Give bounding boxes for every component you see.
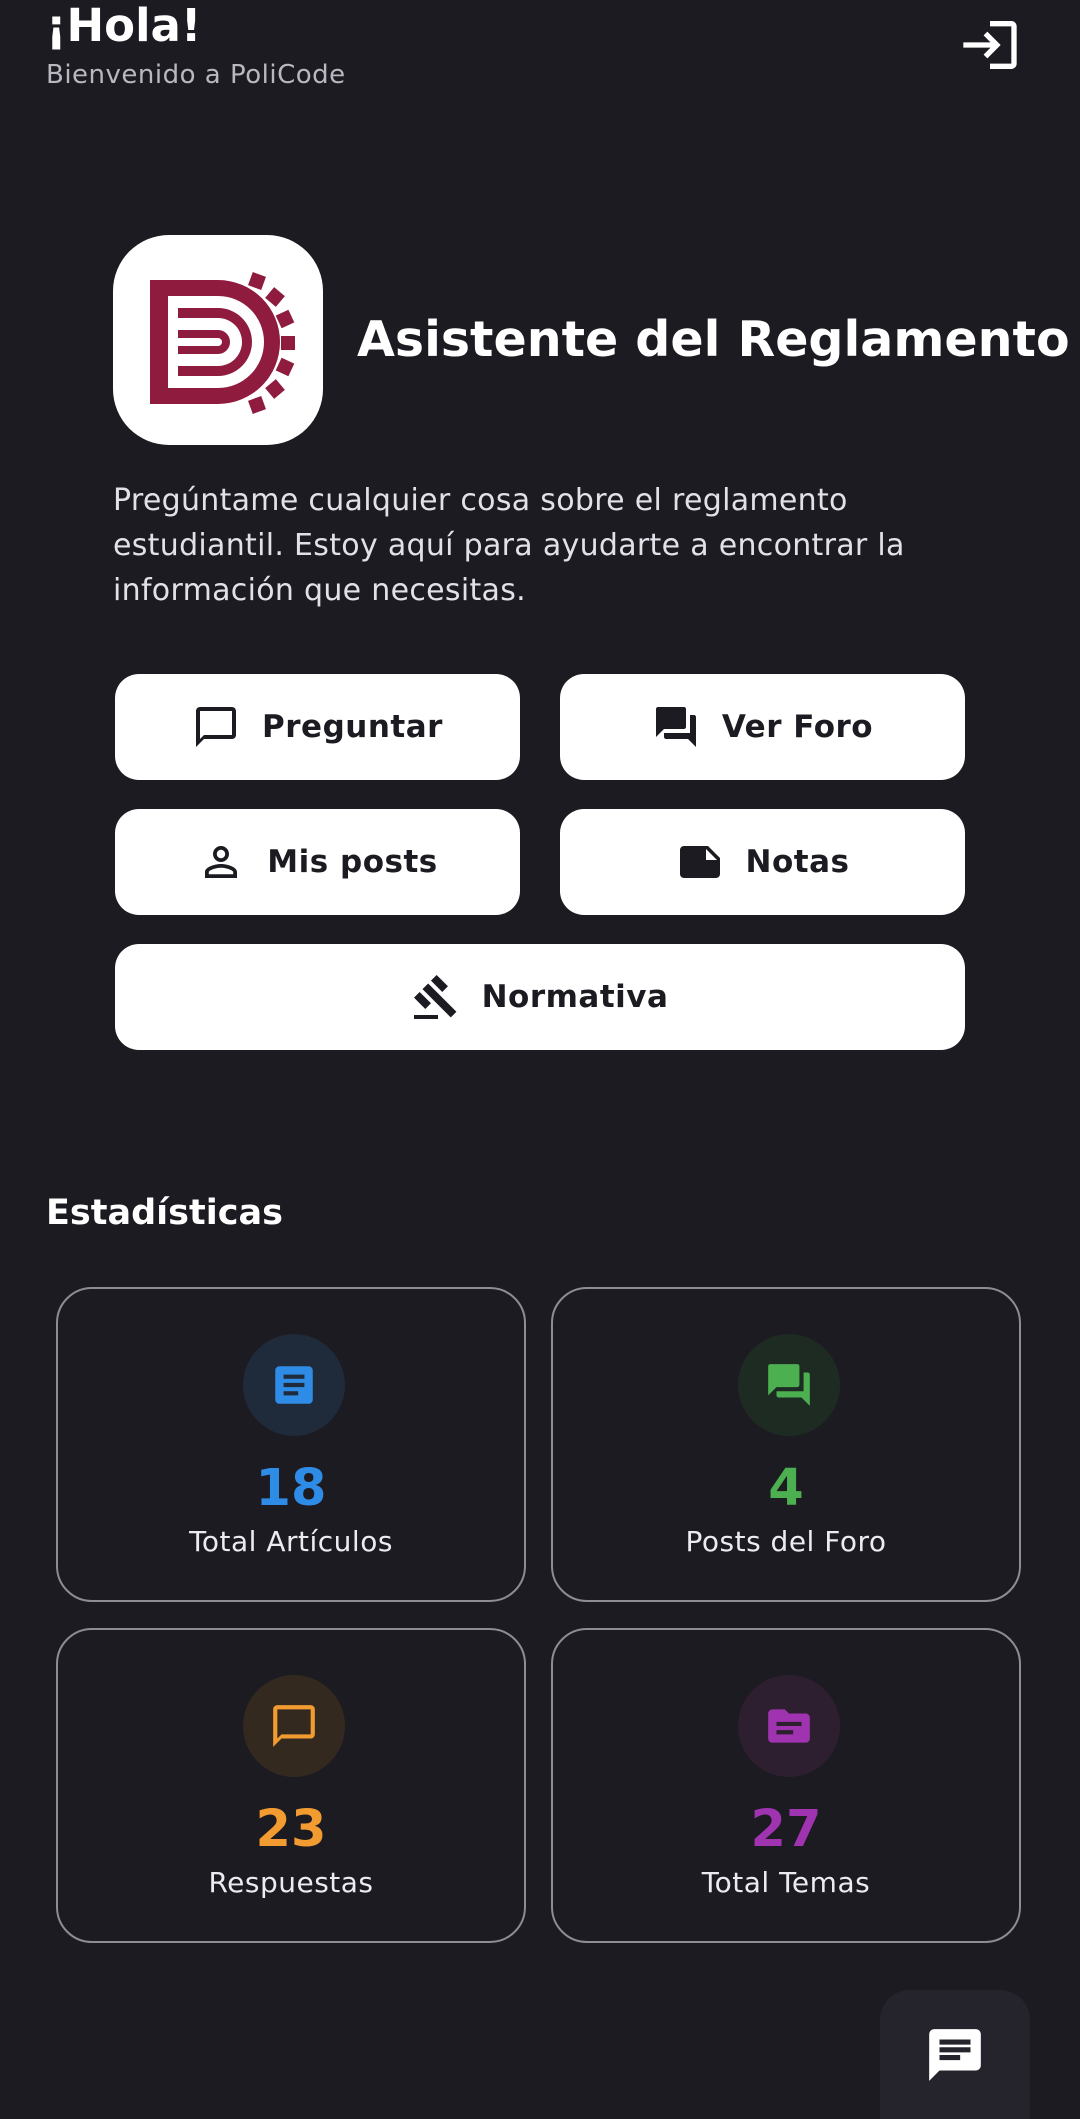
policode-logo xyxy=(113,235,323,445)
chat-bubble-outline-icon xyxy=(273,1705,315,1747)
stat-card-replies[interactable]: 23 Respuestas xyxy=(56,1628,526,1943)
regulations-button-label: Normativa xyxy=(481,979,669,1015)
stat-label: Posts del Foro xyxy=(685,1525,887,1558)
login-icon xyxy=(963,21,1017,69)
stat-icon-bg xyxy=(243,1675,345,1777)
stat-label: Total Artículos xyxy=(189,1525,393,1558)
person-outline-icon xyxy=(205,846,238,878)
note-icon xyxy=(679,846,720,878)
logout-button[interactable] xyxy=(950,10,1030,80)
forum-icon xyxy=(768,1364,810,1406)
stat-card-topics[interactable]: 27 Total Temas xyxy=(551,1628,1021,1943)
notes-button-label: Notas xyxy=(745,844,850,880)
stat-value: 23 xyxy=(255,1800,327,1859)
chat-fab-button[interactable] xyxy=(880,1990,1030,2119)
stat-label: Respuestas xyxy=(208,1866,374,1899)
assistant-description: Pregúntame cualquier cosa sobre el regla… xyxy=(113,483,905,608)
stat-value: 27 xyxy=(750,1800,822,1859)
my-posts-button-label: Mis posts xyxy=(267,844,438,880)
stat-value: 4 xyxy=(768,1459,804,1518)
article-icon xyxy=(275,1366,313,1404)
stat-icon-bg xyxy=(738,1334,840,1436)
ask-button[interactable]: Preguntar xyxy=(115,674,520,780)
ask-button-label: Preguntar xyxy=(262,709,443,745)
stat-icon-bg xyxy=(738,1675,840,1777)
stat-card-articles[interactable]: 18 Total Artículos xyxy=(56,1287,526,1602)
policode-logo-icon xyxy=(150,272,295,414)
view-forum-button-label: Ver Foro xyxy=(721,709,874,745)
forum-icon xyxy=(655,707,696,747)
chat-bubble-outline-icon xyxy=(196,707,237,747)
regulations-button[interactable]: Normativa xyxy=(115,944,965,1050)
greeting-subtitle: Bienvenido a PoliCode xyxy=(46,60,346,90)
notes-button[interactable]: Notas xyxy=(560,809,965,915)
home-screen: ¡Hola! Bienvenido a PoliCode Asistente d… xyxy=(0,0,1080,2119)
my-posts-button[interactable]: Mis posts xyxy=(115,809,520,915)
stat-value: 18 xyxy=(255,1459,327,1518)
gavel-icon xyxy=(413,975,457,1019)
topic-icon xyxy=(768,1709,810,1743)
stat-card-forum-posts[interactable]: 4 Posts del Foro xyxy=(551,1287,1021,1602)
assistant-title: Asistente del Reglamento xyxy=(357,311,1070,368)
stat-label: Total Temas xyxy=(701,1866,871,1899)
stats-title: Estadísticas xyxy=(46,1193,283,1233)
greeting-title: ¡Hola! xyxy=(46,0,202,52)
stat-icon-bg xyxy=(243,1334,345,1436)
chat-icon xyxy=(929,2028,981,2081)
view-forum-button[interactable]: Ver Foro xyxy=(560,674,965,780)
